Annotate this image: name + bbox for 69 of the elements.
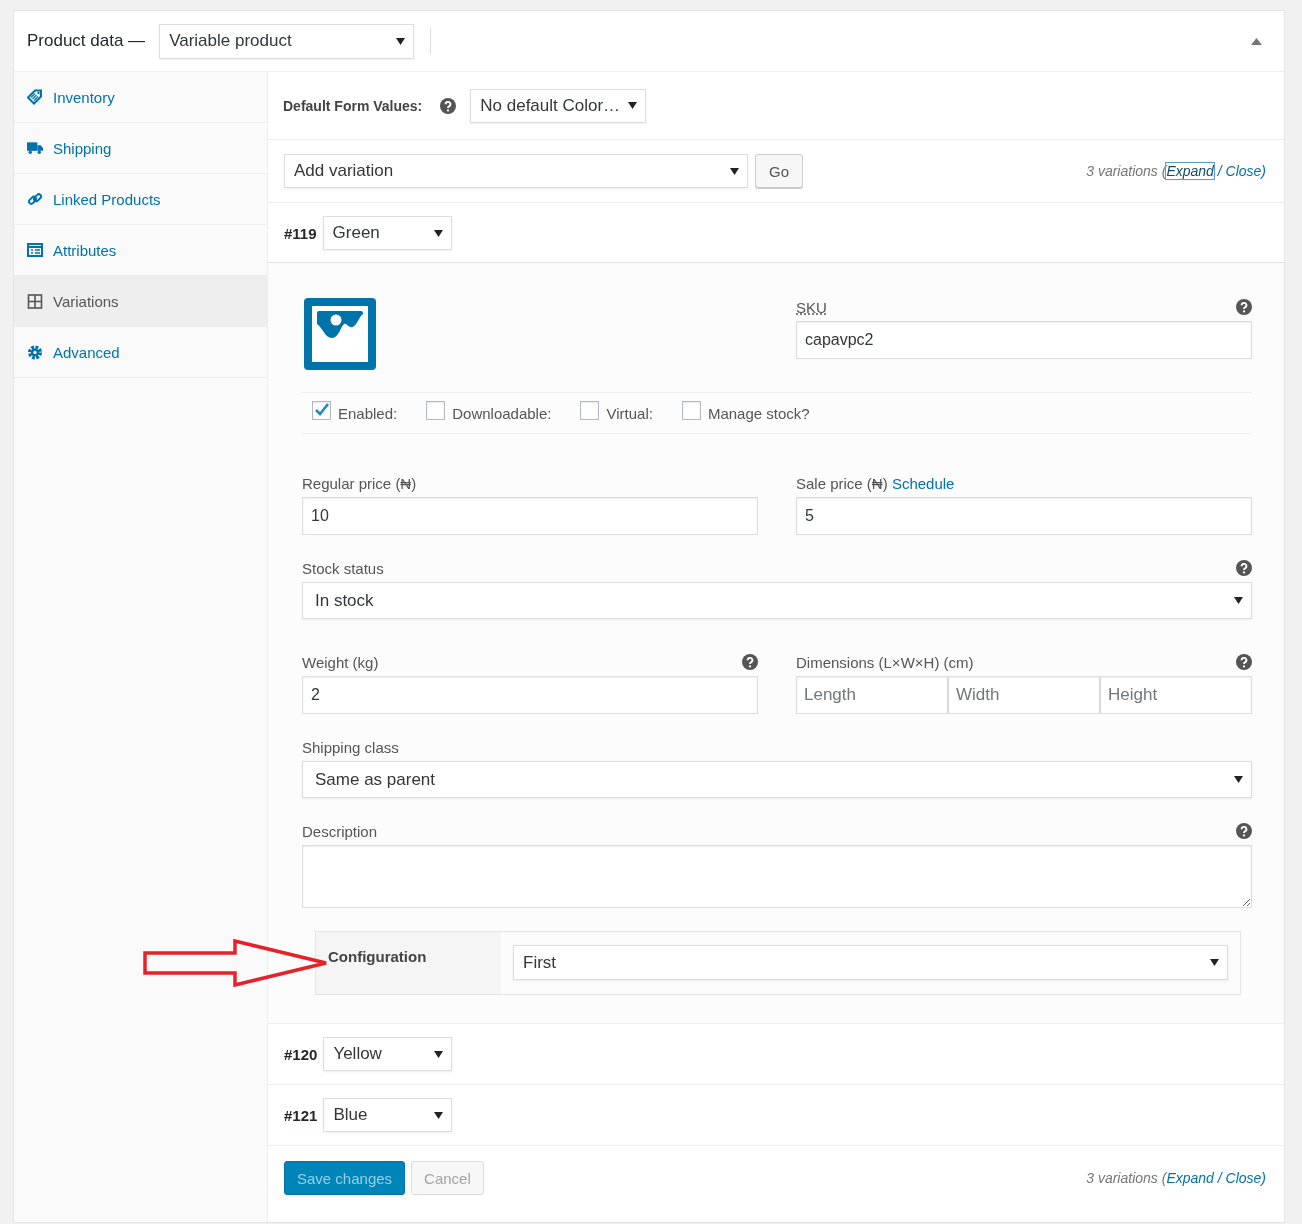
gear-icon (27, 344, 43, 360)
truck-icon (27, 141, 43, 155)
checkbox-label: Enabled: (338, 404, 398, 422)
field-label: Regular price (₦) (302, 474, 417, 492)
variation-id: #120 (284, 1045, 318, 1063)
sku-label: SKU (796, 298, 827, 316)
go-button[interactable]: Go (755, 154, 803, 188)
sidebar-tab[interactable]: Advanced (14, 327, 267, 378)
dimension-field[interactable]: Height (1100, 676, 1252, 714)
shipping-class-select[interactable]: Same as parent (302, 761, 1252, 798)
checkbox-label: Downloadable: (452, 404, 552, 422)
caret-icon (433, 229, 443, 237)
attribute-select[interactable]: Yellow (323, 1037, 453, 1071)
variations-count: 3 variations ( (1086, 1170, 1167, 1186)
default-color-select[interactable]: No default Color… (470, 88, 647, 123)
tag-icon (27, 89, 43, 105)
attribute-select[interactable]: Green (322, 216, 452, 250)
image-placeholder-icon[interactable] (304, 298, 376, 370)
caret-icon (628, 102, 638, 109)
sku-field[interactable]: capavpc2 (796, 321, 1252, 359)
field-label: Dimensions (L×W×H) (cm) (796, 653, 974, 671)
dimension-field[interactable]: Width (948, 676, 1100, 714)
close-link[interactable]: / Close) (1217, 163, 1266, 179)
field-label: Weight (kg) (302, 653, 379, 671)
sidebar-tab[interactable]: Inventory (14, 72, 267, 123)
checkbox-label: Manage stock? (707, 404, 810, 422)
caret-icon (1234, 776, 1243, 783)
field-label: Description (302, 822, 378, 840)
checkbox[interactable] (426, 400, 446, 420)
sidebar-tab[interactable]: Variations (14, 276, 267, 327)
sale-price-field[interactable]: 5 (796, 497, 1252, 535)
panel-title: Product data — (27, 31, 146, 51)
sidebar-tab[interactable]: Linked Products (14, 174, 267, 225)
configuration-select[interactable]: First (513, 945, 1228, 980)
regular-price-field[interactable]: 10 (302, 497, 758, 535)
sidebar-tab[interactable]: Shipping (14, 123, 267, 174)
field-label: Sale price (₦) Schedule (796, 474, 955, 492)
list-icon (27, 243, 43, 257)
configuration-label: Configuration (328, 948, 427, 965)
dimension-field[interactable]: Length (796, 676, 948, 714)
caret-icon (730, 167, 739, 175)
weight-field[interactable]: 2 (302, 676, 758, 714)
field-label: Shipping class (302, 738, 399, 756)
variation-action-select[interactable]: Add variation (284, 154, 748, 188)
variation-id: #121 (284, 1106, 318, 1124)
grid-icon (27, 293, 43, 309)
caret-icon (434, 1111, 444, 1119)
checkbox-label: Virtual: (606, 404, 653, 422)
link-icon (27, 191, 43, 207)
checkbox[interactable] (580, 400, 600, 420)
checkbox[interactable] (312, 400, 331, 420)
caret-icon (434, 1050, 444, 1058)
caret-icon (1210, 959, 1219, 966)
collapse-arrow-icon[interactable] (1251, 37, 1262, 45)
description-field[interactable] (302, 845, 1252, 908)
expand-link[interactable]: Expand (1166, 1170, 1214, 1186)
caret-icon (396, 37, 406, 45)
caret-icon (1234, 597, 1243, 604)
stock-status-select[interactable]: In stock (302, 582, 1252, 619)
schedule-link[interactable]: Schedule (891, 474, 955, 492)
checkbox[interactable] (681, 400, 701, 420)
default-form-label: Default Form Values: (283, 97, 423, 114)
check-icon (313, 403, 330, 417)
product-type-select[interactable]: Variable product (159, 23, 415, 59)
attribute-select[interactable]: Blue (323, 1098, 453, 1132)
variation-id: #119 (284, 224, 317, 242)
expand-link[interactable]: Expand (1166, 163, 1214, 179)
field-label: Stock status (302, 559, 384, 577)
close-link[interactable]: / Close) (1217, 1170, 1266, 1186)
